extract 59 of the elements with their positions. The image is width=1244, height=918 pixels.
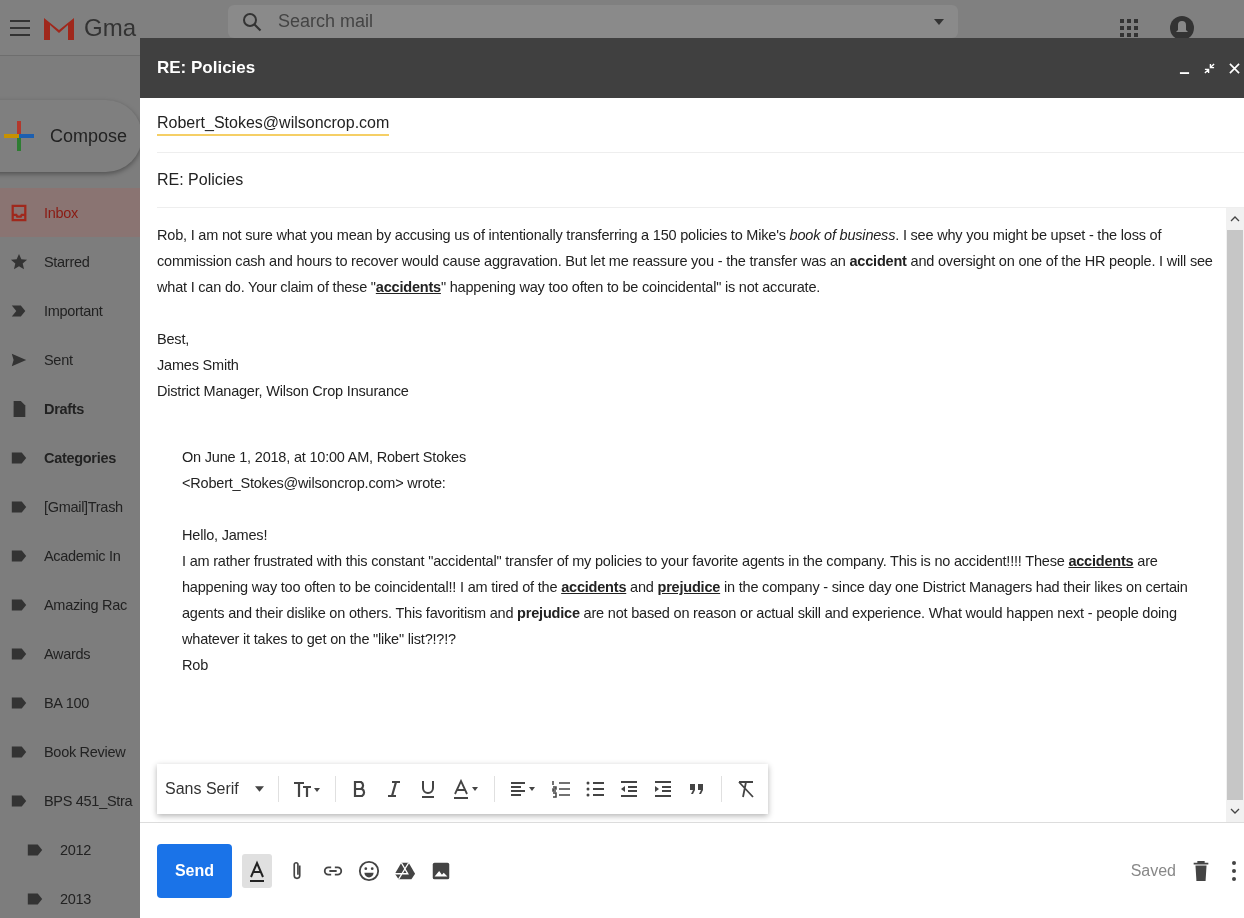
scroll-down-icon[interactable] xyxy=(1230,808,1240,814)
numbered-list-icon[interactable] xyxy=(550,779,571,799)
nav-item[interactable]: [Gmail]Trash xyxy=(0,482,140,531)
nav-item[interactable]: Starred xyxy=(0,237,140,286)
nav-item[interactable]: Important xyxy=(0,286,140,335)
nav-item[interactable]: Drafts xyxy=(0,384,140,433)
caret-icon xyxy=(254,786,264,792)
text-color-icon[interactable] xyxy=(451,779,480,799)
indent-more-icon[interactable] xyxy=(652,779,673,799)
signature-line: Best, xyxy=(157,330,191,349)
align-icon[interactable] xyxy=(508,779,537,799)
notification-icon[interactable] xyxy=(1170,15,1194,40)
inbox-icon xyxy=(10,203,28,222)
compose-button[interactable]: Compose xyxy=(0,100,142,172)
quote-header: On June 1, 2018, at 10:00 AM, Robert Stokes xyxy=(182,448,467,467)
nav-item[interactable]: Academic In xyxy=(0,531,140,580)
scroll-up-icon[interactable] xyxy=(1230,216,1240,222)
search-field[interactable]: Search mail xyxy=(276,10,920,33)
nav-item[interactable]: Book Review xyxy=(0,727,140,776)
signature-line: District Manager, Wilson Crop Insurance xyxy=(157,382,410,401)
nav-item[interactable]: Inbox xyxy=(0,188,140,237)
font-select[interactable]: Sans Serif xyxy=(165,780,264,798)
more-options-icon[interactable] xyxy=(1232,860,1236,881)
bulleted-list-icon[interactable] xyxy=(584,779,605,799)
star-icon xyxy=(10,252,28,271)
nav-item[interactable]: 2012 xyxy=(0,825,140,874)
plus-icon xyxy=(4,121,34,151)
quote-greeting: Hello, James! xyxy=(182,526,269,545)
scrollbar[interactable] xyxy=(1226,208,1244,822)
clear-formatting-icon[interactable] xyxy=(735,779,756,799)
search-bar[interactable]: Search mail xyxy=(228,5,958,38)
send-button[interactable]: Send xyxy=(157,843,232,898)
menu-icon[interactable] xyxy=(10,19,30,36)
text-size-icon[interactable] xyxy=(292,779,321,799)
caret-icon[interactable] xyxy=(934,18,944,25)
emoji-icon[interactable] xyxy=(358,859,380,882)
nav-item[interactable]: Sent xyxy=(0,335,140,384)
exit-fullscreen-icon[interactable] xyxy=(1204,62,1215,74)
signature-line: James Smith xyxy=(157,356,240,375)
nav-item[interactable]: BPS 451_Stra xyxy=(0,776,140,825)
subject-field[interactable]: RE: Policies xyxy=(157,171,244,189)
quote-paragraph: I am rather frustrated with this constant "accidental" transfer of my policies to your favorite agents in the company. This is no accident!!!! These accidents are happening way too often to be coincidental!! I am tired of the accidents and prejudice in the company - since day one District Managers had their likes on certain agents and their dislike on others. This favoritism and prejudice are not based on reason or actual skill and experience. What would happen next - people doing whatever it takes to get on the "like" list?!?!? xyxy=(182,552,1189,649)
nav-item[interactable]: Categories xyxy=(0,433,140,482)
save-status: Saved xyxy=(1130,861,1176,880)
app-name: Gma xyxy=(84,13,136,42)
quote-signoff: Rob xyxy=(182,656,209,675)
nav-item[interactable]: 2013 xyxy=(0,874,140,918)
nav-item[interactable]: Awards xyxy=(0,629,140,678)
recipient-chip[interactable]: Robert_Stokes@wilsoncrop.com xyxy=(157,114,390,136)
close-icon[interactable] xyxy=(1229,62,1240,74)
quote-header: <Robert_Stokes@wilsoncrop.com> wrote: xyxy=(182,474,447,493)
nav-item[interactable]: BA 100 xyxy=(0,678,140,727)
reply-paragraph: Rob, I am not sure what you mean by accusing us of intentionally transferring a 150 policies to Mike's book of business. I see why you might be upset - the loss of commission cash and hours to recover would cause aggravation. But let me reassure you - the transfer was an accident and oversight on one of the HR people. I will see what I can do. Your claim of these "accidents" happening way too often to be coincidental" is not accurate. xyxy=(157,226,1214,297)
apps-grid-icon[interactable] xyxy=(1120,18,1138,37)
nav-item[interactable]: Amazing Rac xyxy=(0,580,140,629)
indent-less-icon[interactable] xyxy=(618,779,639,799)
window-title: RE: Policies xyxy=(157,58,257,78)
formatting-options-icon[interactable] xyxy=(242,853,272,888)
search-icon[interactable] xyxy=(242,11,262,32)
